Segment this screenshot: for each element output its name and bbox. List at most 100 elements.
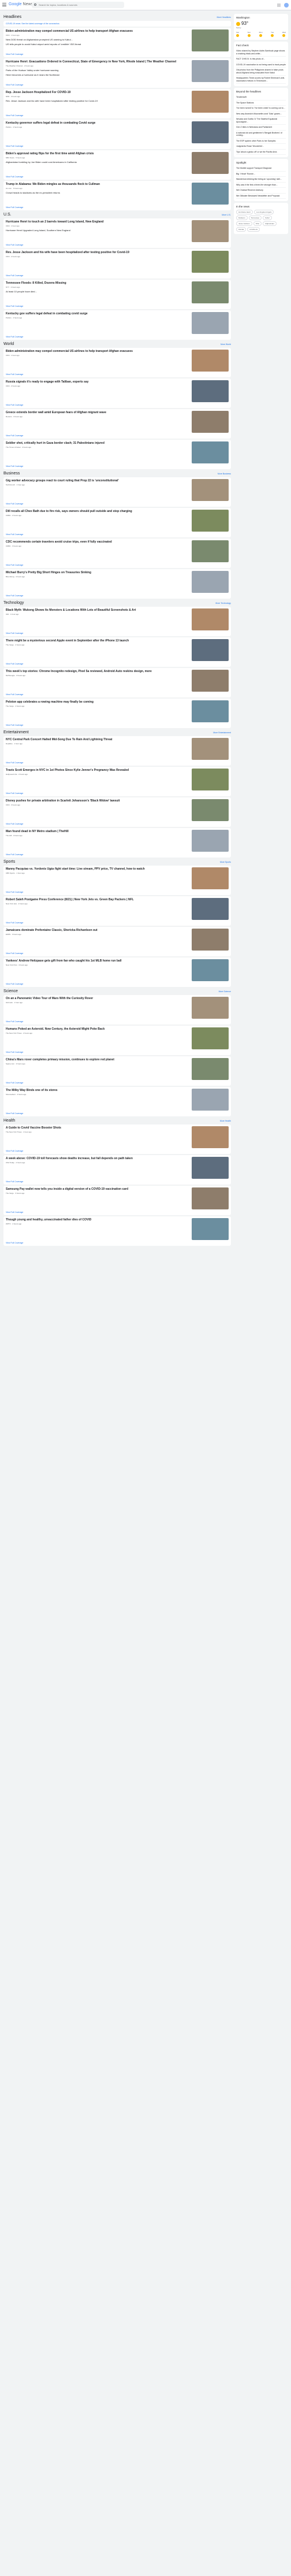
full-coverage-link[interactable]: View Full Coverage [6, 1181, 229, 1183]
search-input[interactable] [39, 3, 120, 7]
lead-headline[interactable]: Kentucky gov suffers legal defeat in com… [6, 312, 179, 316]
topic-chip[interactable]: Hurricane Henri [236, 210, 253, 215]
lead-headline[interactable]: Yankees' Andrew Heitzpase gets gift from… [6, 959, 179, 963]
sub-headline[interactable]: Henri becomes a hurricane as it nears th… [6, 73, 179, 76]
lead-headline[interactable]: Biden administration may compel commerci… [6, 350, 179, 354]
logo[interactable]: Google News [9, 2, 33, 6]
full-coverage-link[interactable]: View Full Coverage [6, 84, 229, 86]
story-thumbnail[interactable] [192, 441, 229, 463]
lead-headline[interactable]: Rev. Jesse Jackson and his wife have bee… [6, 251, 179, 255]
story-thumbnail[interactable] [192, 121, 229, 143]
lead-headline[interactable]: A Guide to Covid Vaccine Booster Shots [6, 1126, 179, 1130]
lead-headline[interactable]: Rep. Jesse Jackson Hospitalized For COVI… [6, 91, 179, 95]
full-coverage-link[interactable]: View Full Coverage [6, 1242, 229, 1244]
sub-headline[interactable]: Crowd heads to stadiums as the ex-presid… [6, 191, 179, 194]
weather-widget[interactable]: Washington 93° Sunny Sat Sun Mon Tue Wed [234, 14, 288, 40]
lead-headline[interactable]: Michael Burry's Pretty Big Short Hinges … [6, 571, 179, 575]
full-coverage-link[interactable]: View Full Coverage [6, 1020, 229, 1023]
story-thumbnail[interactable] [192, 929, 229, 951]
lead-headline[interactable]: Dill recalls all Chex Bath due to fire r… [6, 510, 179, 514]
story-thumbnail[interactable] [192, 251, 229, 273]
story-thumbnail[interactable] [192, 608, 229, 630]
lead-headline[interactable]: Biden administration may compel commerci… [6, 29, 179, 34]
story-thumbnail[interactable] [192, 738, 229, 760]
spot-item[interactable]: Wanderlust drinking like being an 'upcom… [236, 177, 286, 183]
beyond-item[interactable]: New way Ananda's Mazzaetle-coral 'Gala' … [236, 112, 286, 117]
topic-chip[interactable]: Los Angeles Angels [254, 210, 274, 215]
lead-headline[interactable]: Tennessee Floods: 8 Killed, Dozens Missi… [6, 281, 179, 285]
full-coverage-link[interactable]: View Full Coverage [6, 1112, 229, 1115]
topic-chip[interactable]: Kabul [263, 216, 272, 221]
search-box[interactable] [32, 2, 124, 8]
lead-headline[interactable]: Russia signals it's ready to engage with… [6, 380, 179, 384]
spot-item[interactable]: Net Chabad Reserve Advisory [236, 188, 286, 194]
fact-item[interactable]: FACT CHECK: Is this photo of... [236, 57, 286, 62]
full-coverage-link[interactable]: View Full Coverage [6, 114, 229, 117]
sub-headline[interactable]: Rev. Jesse Jackson and his wife have bee… [6, 99, 179, 102]
story-thumbnail[interactable] [192, 670, 229, 692]
lead-headline[interactable]: Travis Scott Emerges in NYC in 1st Photo… [6, 769, 179, 773]
full-coverage-link[interactable]: View Full Coverage [6, 305, 229, 307]
fact-item[interactable]: COVID-19 vaccination is not being used t… [236, 62, 286, 68]
beyond-item[interactable]: Gen Z bites in Nebraska and Parliament [236, 125, 286, 131]
full-coverage-link[interactable]: View Full Coverage [6, 373, 229, 376]
topic-chip[interactable]: Afghanistan [263, 221, 277, 227]
section-title-business[interactable]: Business More Business [3, 470, 231, 477]
sub-headline[interactable]: US tells people to avoid Kabul airport a… [6, 43, 179, 46]
full-coverage-link[interactable]: View Full Coverage [6, 465, 229, 467]
topic-chip[interactable]: Tennessee [248, 216, 262, 221]
spot-item[interactable]: The Mobile support Transport Diagnose [236, 166, 286, 172]
story-thumbnail[interactable] [192, 312, 229, 334]
full-coverage-link[interactable]: View Full Coverage [6, 922, 229, 924]
full-coverage-link[interactable]: View Full Coverage [6, 632, 229, 634]
lead-headline[interactable]: Hurricane Henri: Evacuations Ordered in … [6, 60, 179, 64]
sub-headline[interactable]: Parts of the Hudson Valley under hurrica… [6, 69, 179, 72]
lead-headline[interactable]: Disney pushes for private arbitration in… [6, 799, 179, 803]
lead-headline[interactable]: A week above: COVID-19 toll forecasts sh… [6, 1157, 179, 1161]
lead-headline[interactable]: Robert Saleh Postgame Press Conference (… [6, 898, 179, 902]
lead-headline[interactable]: China's Mars rover completes primary mis… [6, 1058, 179, 1062]
full-coverage-link[interactable]: View Full Coverage [6, 274, 229, 277]
full-coverage-link[interactable]: View Full Coverage [6, 404, 229, 406]
section-title-science[interactable]: Science More Science [3, 988, 231, 995]
section-title-sports[interactable]: Sports More Sports [3, 859, 231, 866]
story-thumbnail[interactable] [192, 91, 229, 113]
section-title-world[interactable]: World More World [3, 341, 231, 348]
apps-grid-icon[interactable] [277, 3, 281, 7]
story-thumbnail[interactable] [192, 1027, 229, 1049]
more-link[interactable]: More World [221, 341, 231, 348]
lead-headline[interactable]: Gig worker advocacy groups react to cour… [6, 479, 179, 483]
story-thumbnail[interactable] [192, 60, 229, 82]
lead-headline[interactable]: Humans Poked an Asteroid. Now Century, t… [6, 1027, 179, 1031]
full-coverage-link[interactable]: View Full Coverage [6, 1051, 229, 1053]
beyond-item[interactable]: The ESP system other Paris to her Sample… [236, 139, 286, 144]
lead-headline[interactable]: Black Myth: Wukong Shows Its Monsters & … [6, 608, 179, 613]
sub-headline[interactable]: Hurricane Henri Upgraded Long Island, So… [6, 229, 179, 232]
fact-item[interactable]: Old photos from the Philippines shared i… [236, 68, 286, 76]
more-link[interactable]: More Entertainment [213, 729, 231, 736]
full-coverage-link[interactable]: View Full Coverage [6, 595, 229, 597]
lead-headline[interactable]: Peloton app celebrates a rowing machine … [6, 700, 179, 704]
beyond-item[interactable]: Judgments Rowe 'Wonderful'... [236, 144, 286, 150]
more-link[interactable]: More U.S. [222, 211, 231, 218]
section-title-technology[interactable]: Technology More Technology [3, 600, 231, 607]
fact-item[interactable]: Video shared by Stephen Asibe-Sambuak pa… [236, 49, 286, 57]
lead-headline[interactable]: Man found dead in NY Metro stadium | The… [6, 830, 179, 834]
beyond-item[interactable]: The Space Stations [236, 101, 286, 106]
section-title-headlines[interactable]: Headlines More Headlines [3, 14, 231, 21]
full-coverage-link[interactable]: View Full Coverage [6, 693, 229, 696]
lead-headline[interactable]: Though young and healthy, unvaccinated f… [6, 1218, 179, 1222]
full-coverage-link[interactable]: View Full Coverage [6, 762, 229, 764]
lead-headline[interactable]: This week's top stories: Chrome Incognit… [6, 670, 179, 674]
lead-headline[interactable]: Kentucky governor suffers legal defeat i… [6, 121, 179, 125]
story-thumbnail[interactable] [192, 571, 229, 593]
story-thumbnail[interactable] [192, 281, 229, 303]
beyond-item[interactable]: Tenderswift [236, 95, 286, 101]
fact-item[interactable]: Headquarters Times scores by Robert Sher… [236, 76, 286, 84]
full-coverage-link[interactable]: View Full Coverage [6, 724, 229, 726]
sub-headline[interactable]: New DOD threat on Afghanistan prompted U… [6, 38, 179, 41]
menu-icon[interactable] [2, 3, 6, 6]
full-coverage-link[interactable]: View Full Coverage [6, 336, 229, 338]
covid-link[interactable]: COVID-19 news: See the latest coverage o… [6, 23, 229, 25]
avatar[interactable] [284, 3, 289, 8]
